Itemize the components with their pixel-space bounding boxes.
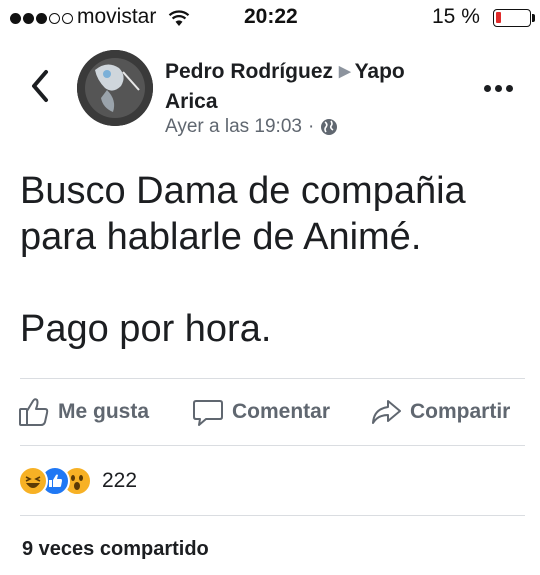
share-arrow-icon (372, 400, 401, 424)
like-label: Me gusta (58, 400, 150, 423)
post-timestamp[interactable]: Ayer a las 19:03 (165, 116, 302, 138)
thumbs-up-icon (19, 398, 49, 426)
post-text-line: Busco Dama de compañia (20, 170, 466, 212)
wifi-icon (168, 10, 190, 26)
signal-strength-icon (10, 13, 73, 24)
like-button[interactable]: Me gusta (18, 395, 149, 429)
divider (20, 515, 525, 516)
share-count[interactable]: 9 veces compartido (22, 538, 209, 561)
carrier-name: movistar (77, 5, 157, 28)
status-bar: movistar 20:22 15 % (0, 0, 540, 36)
battery-percentage: 15 % (432, 5, 480, 28)
comment-bubble-icon (193, 400, 223, 426)
globe-icon (321, 119, 338, 135)
author-name[interactable]: Pedro Rodríguez (165, 60, 333, 83)
divider (20, 445, 525, 446)
post-text-line: para hablarle de Animé. (20, 216, 422, 258)
avatar-image (77, 50, 153, 126)
post-meta: Ayer a las 19:03 · (165, 116, 338, 138)
group-name-line1[interactable]: Yapo (355, 60, 405, 83)
share-label: Compartir (410, 400, 511, 423)
back-chevron-icon[interactable] (28, 68, 52, 104)
posted-in-arrow-icon: ▶ (339, 63, 351, 80)
post-author-line: Pedro Rodríguez ▶ Yapo Arica (165, 57, 465, 117)
share-button[interactable]: Compartir (370, 395, 510, 429)
haha-icon (18, 466, 48, 496)
post-text-line: Pago por hora. (20, 308, 272, 350)
battery-icon (493, 9, 531, 27)
status-time: 20:22 (244, 5, 298, 28)
battery-tip (532, 14, 535, 22)
post-text: Busco Dama de compañia para hablarle de … (20, 168, 520, 352)
comment-label: Comentar (232, 400, 331, 423)
group-name-line2[interactable]: Arica (165, 90, 218, 113)
comment-button[interactable]: Comentar (192, 395, 330, 429)
more-options-icon[interactable] (484, 85, 513, 92)
avatar[interactable] (77, 50, 153, 126)
divider (20, 378, 525, 379)
meta-separator: · (307, 116, 315, 137)
reactions-summary[interactable]: 222 (18, 466, 137, 496)
reaction-count: 222 (102, 469, 138, 492)
